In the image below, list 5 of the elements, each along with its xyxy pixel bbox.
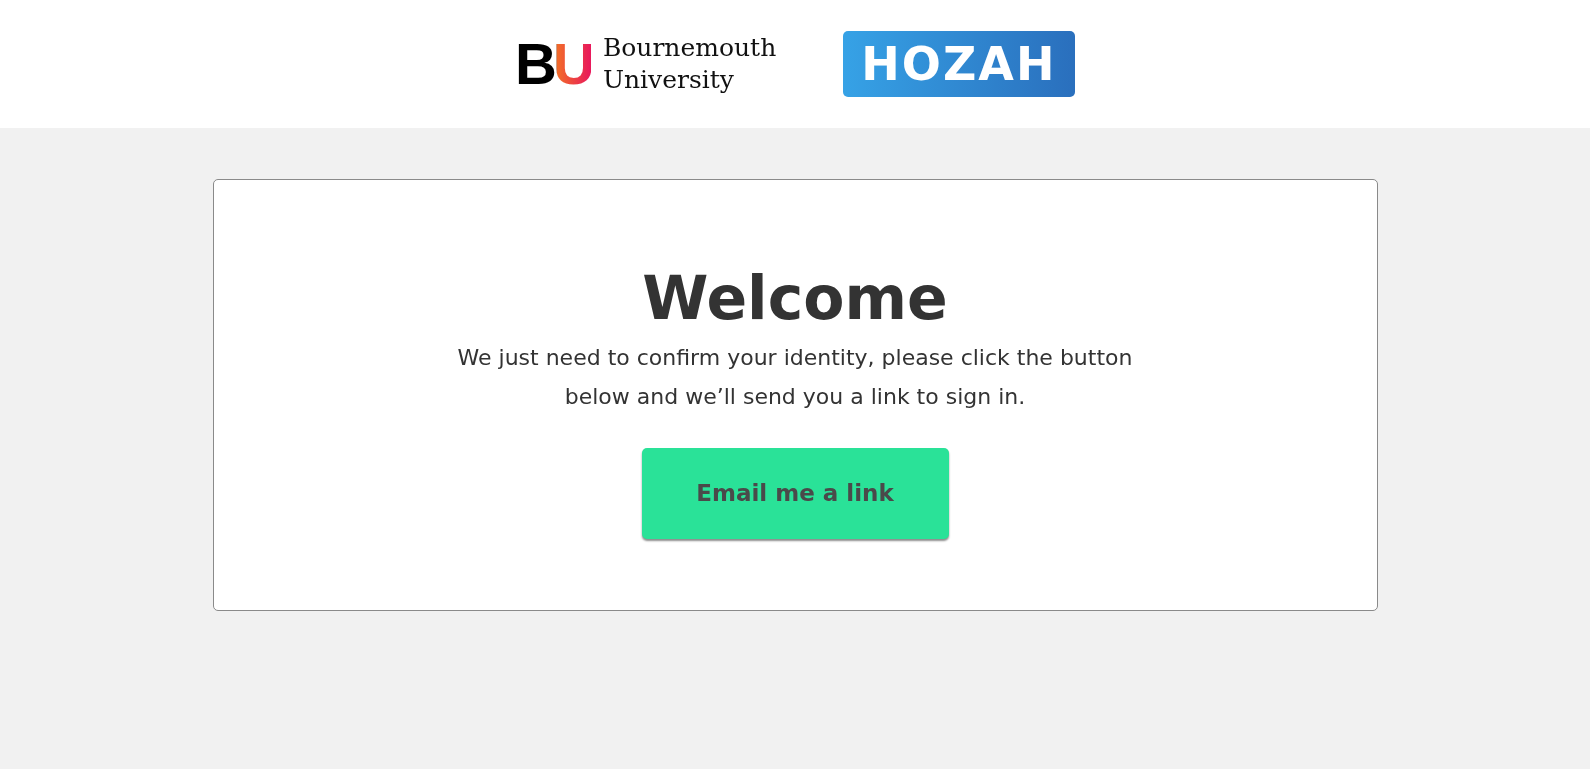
welcome-message: We just need to confirm your identity, please click the button below and we’ll send you a link to sign in.: [456, 344, 1134, 411]
partner-logo: HOZAH: [842, 31, 1075, 97]
university-name: Bournemouth University: [602, 32, 778, 96]
email-link-button[interactable]: Email me a link: [641, 448, 949, 539]
welcome-title: Welcome: [642, 262, 948, 334]
